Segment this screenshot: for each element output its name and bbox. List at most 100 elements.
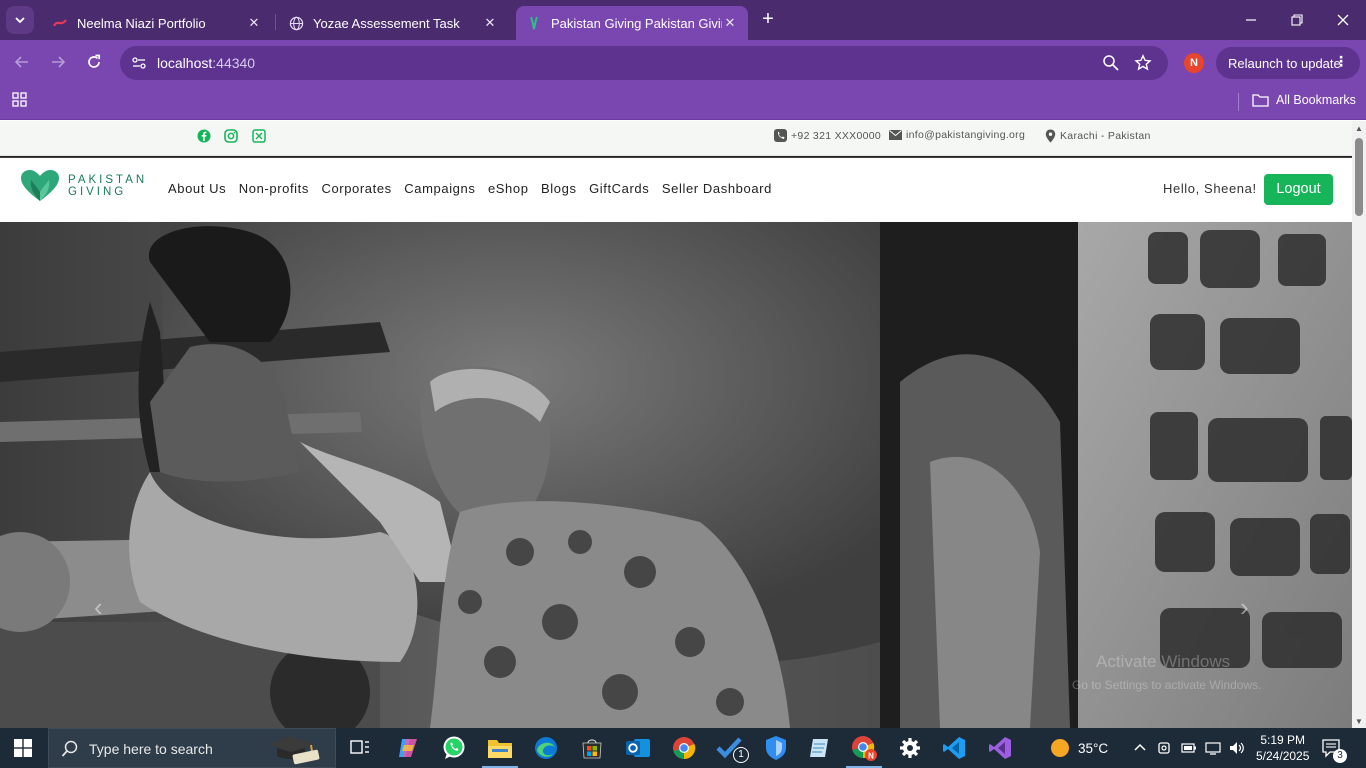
tab-pakistan-giving[interactable]: Pakistan Giving Pakistan Giving ✕ [516, 6, 748, 40]
chevron-down-icon [15, 17, 25, 24]
volume-icon[interactable] [1228, 740, 1246, 759]
chrome-icon[interactable] [670, 734, 698, 762]
tab-title: Pakistan Giving Pakistan Giving [551, 15, 722, 31]
carousel-next-arrow[interactable]: › [1240, 592, 1249, 623]
chevron-up-icon[interactable] [1133, 740, 1147, 757]
nav-about-us[interactable]: About Us [168, 181, 226, 196]
browser-toolbar: localhost:44340 N Relaunch to update ⋮ [0, 40, 1366, 84]
clock-time: 5:19 PM [1260, 733, 1306, 747]
minimize-button[interactable] [1228, 0, 1274, 40]
x-twitter-icon[interactable] [252, 129, 266, 143]
security-shield-icon[interactable] [762, 734, 790, 762]
email-contact[interactable]: info@pakistangiving.org [889, 129, 1025, 141]
phone-contact[interactable]: +92 321 XXX0000 [774, 129, 881, 142]
address-bar[interactable]: localhost:44340 [120, 46, 1168, 80]
close-window-button[interactable] [1320, 0, 1366, 40]
apps-grid-icon[interactable] [12, 92, 28, 113]
more-menu-icon[interactable]: ⋮ [1334, 53, 1348, 70]
browser-tab-bar: Neelma Niazi Portfolio ✕ Yozae Assesseme… [0, 0, 1366, 40]
main-menu: About Us Non-profits Corporates Campaign… [168, 181, 772, 196]
logo-line-1: PAKISTAN [68, 174, 148, 186]
instagram-icon[interactable] [224, 129, 238, 143]
close-tab-icon[interactable]: ✕ [246, 15, 262, 31]
location-text: Karachi - Pakistan [1060, 130, 1151, 142]
reload-button[interactable] [80, 48, 108, 76]
tab-title: Yozae Assessement Task [313, 15, 460, 31]
svg-text:N: N [868, 752, 874, 761]
outlook-icon[interactable] [624, 734, 652, 762]
user-greeting: Hello, Sheena! [1163, 181, 1257, 196]
scrollbar-thumb[interactable] [1355, 138, 1363, 216]
bookmarks-divider [1238, 93, 1239, 111]
all-bookmarks-button[interactable]: All Bookmarks [1252, 93, 1356, 107]
close-tab-icon[interactable]: ✕ [722, 15, 738, 31]
nav-blogs[interactable]: Blogs [541, 181, 577, 196]
whatsapp-icon[interactable] [440, 734, 468, 762]
battery-icon[interactable] [1181, 740, 1197, 759]
task-view-icon[interactable] [346, 734, 374, 762]
site-info-icon[interactable] [130, 54, 148, 77]
restore-button[interactable] [1274, 0, 1320, 40]
tab-title: Neelma Niazi Portfolio [77, 15, 206, 31]
logo-wordmark: PAKISTAN GIVING [68, 174, 147, 198]
nav-giftcards[interactable]: GiftCards [589, 181, 649, 196]
scroll-down-icon[interactable]: ▼ [1355, 717, 1363, 726]
new-tab-button[interactable]: + [756, 8, 780, 32]
activate-windows-title: Activate Windows [1096, 652, 1231, 671]
restore-icon [1291, 14, 1303, 26]
visual-studio-icon[interactable] [986, 734, 1014, 762]
map-pin-icon [1045, 129, 1056, 143]
file-explorer-icon[interactable] [486, 734, 514, 762]
chrome-profile-icon[interactable]: N [850, 734, 878, 762]
network-icon[interactable] [1205, 740, 1221, 759]
microsoft-store-icon[interactable] [578, 734, 606, 762]
nav-campaigns[interactable]: Campaigns [404, 181, 475, 196]
notification-badge: 3 [1333, 749, 1347, 763]
windows-start-icon[interactable] [14, 739, 32, 762]
logout-button[interactable]: Logout [1264, 174, 1333, 205]
minimize-icon [1246, 19, 1256, 21]
site-topbar: +92 321 XXX0000 info@pakistangiving.org … [0, 121, 1352, 156]
nav-corporates[interactable]: Corporates [321, 181, 391, 196]
weather-temperature: 35°C [1078, 740, 1109, 756]
system-clock[interactable]: 5:19 PM 5/24/2025 [1256, 732, 1309, 764]
page-scrollbar[interactable]: ▲ ▼ [1352, 121, 1366, 728]
nav-non-profits[interactable]: Non-profits [239, 181, 309, 196]
settings-gear-icon[interactable] [896, 734, 924, 762]
phone-icon [774, 129, 787, 142]
carousel-prev-arrow[interactable]: ‹ [94, 592, 103, 623]
tab-yozae-task[interactable]: Yozae Assessement Task ✕ [278, 6, 508, 40]
nav-eshop[interactable]: eShop [488, 181, 529, 196]
relaunch-to-update-button[interactable]: Relaunch to update ⋮ [1216, 47, 1360, 79]
scroll-up-icon[interactable]: ▲ [1355, 124, 1363, 133]
zoom-icon[interactable] [1102, 54, 1120, 77]
arrow-left-icon [14, 56, 28, 68]
taskbar-search-box[interactable]: Type here to search [48, 728, 336, 768]
edge-icon[interactable] [532, 734, 560, 762]
copilot-icon[interactable] [394, 734, 422, 762]
hero-carousel: ‹ › Activate Windows Go to Settings to a… [0, 222, 1352, 728]
forward-button[interactable] [44, 48, 72, 76]
vscode-icon[interactable] [940, 734, 968, 762]
email-address: info@pakistangiving.org [906, 129, 1026, 141]
camera-icon[interactable] [1157, 740, 1173, 759]
site-navbar: PAKISTAN GIVING About Us Non-profits Cor… [0, 158, 1352, 222]
back-button[interactable] [8, 48, 36, 76]
bookmark-star-icon[interactable] [1134, 54, 1152, 77]
tab-search-button[interactable] [6, 6, 34, 34]
windows-taskbar: Type here to search 1 N 35°C 5:19 PM 5/2… [0, 728, 1366, 768]
tab-divider [275, 14, 276, 30]
pakistan-giving-favicon-icon [526, 15, 542, 31]
page-viewport: +92 321 XXX0000 info@pakistangiving.org … [0, 121, 1352, 728]
relaunch-label: Relaunch to update [1228, 55, 1341, 71]
nav-seller-dashboard[interactable]: Seller Dashboard [662, 181, 772, 196]
close-tab-icon[interactable]: ✕ [482, 15, 498, 31]
reload-icon [88, 54, 101, 68]
facebook-icon[interactable] [197, 129, 211, 143]
notepad-icon[interactable] [806, 734, 834, 762]
weather-widget[interactable]: 35°C [1050, 738, 1108, 758]
profile-avatar[interactable]: N [1184, 53, 1204, 73]
pakistan-giving-logo[interactable]: PAKISTAN GIVING [20, 170, 147, 202]
tab-neelma-portfolio[interactable]: Neelma Niazi Portfolio ✕ [42, 6, 272, 40]
activate-windows-subtitle: Go to Settings to activate Windows. [1072, 678, 1262, 692]
